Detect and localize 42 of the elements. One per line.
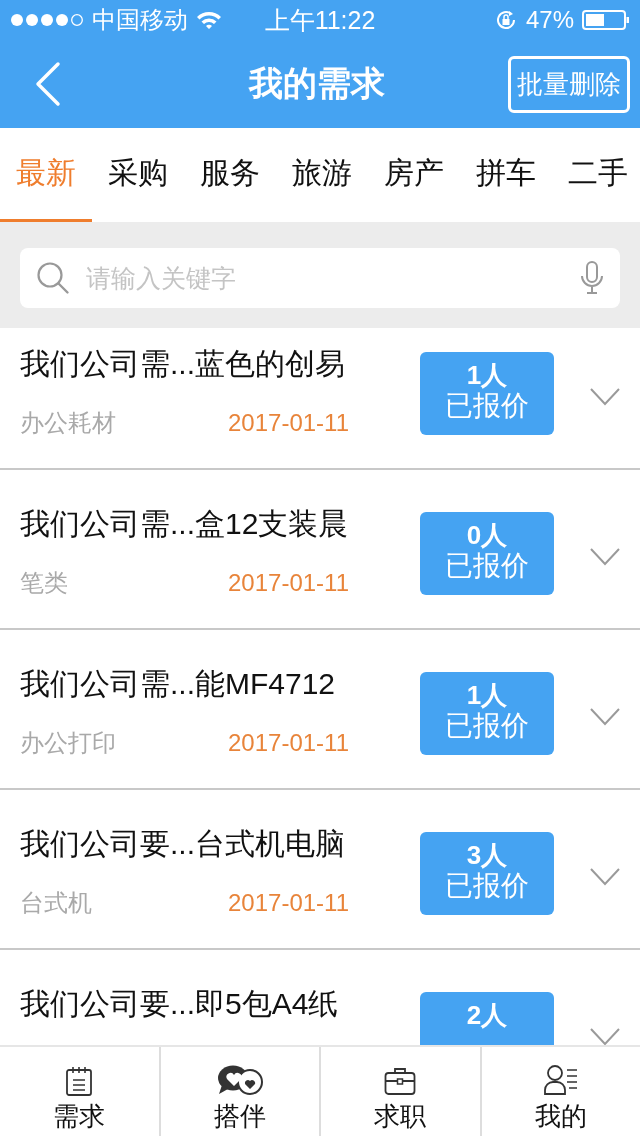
date-label: 2017-01-11 xyxy=(228,408,349,438)
category-label: 笔类 xyxy=(20,568,69,598)
demand-title[interactable]: 我们公司要...台式机电脑 xyxy=(20,826,420,862)
date-label: 2017-01-11 xyxy=(228,728,349,758)
category-tab[interactable]: 旅游 xyxy=(276,128,368,222)
page-title: 我的需求 xyxy=(247,63,386,104)
battery-percent: 47% xyxy=(525,6,574,34)
hearts-chat-icon xyxy=(215,1064,264,1096)
category-tab[interactable]: 二手 xyxy=(552,128,640,222)
signal-icon xyxy=(10,13,84,27)
tab-bar-item[interactable]: 需求 xyxy=(0,1047,159,1136)
chevron-icon[interactable] xyxy=(590,868,620,886)
category-label: 办公耗材 xyxy=(20,408,117,438)
battery-icon xyxy=(582,10,630,30)
category-tab[interactable]: 拼车 xyxy=(460,128,552,222)
search-icon xyxy=(36,261,70,295)
demand-title[interactable]: 我们公司需...能MF4712 xyxy=(20,666,420,702)
briefcase-icon xyxy=(384,1066,417,1096)
tab-bar-item[interactable]: 求职 xyxy=(319,1047,480,1136)
clock-time: 上午11:22 xyxy=(264,4,376,36)
chevron-icon[interactable] xyxy=(590,548,620,566)
category-tab[interactable]: 服务 xyxy=(184,128,276,222)
chevron-icon[interactable] xyxy=(590,708,620,726)
microphone-icon[interactable] xyxy=(580,261,604,295)
category-tab[interactable]: 采购 xyxy=(92,128,184,222)
demand-title[interactable]: 我们公司需...盒12支装晨 xyxy=(20,506,420,542)
notepad-icon xyxy=(65,1066,94,1096)
carrier-name: 中国移动 xyxy=(92,5,188,35)
tab-bar-item[interactable]: 我的 xyxy=(479,1047,640,1136)
profile-icon xyxy=(543,1064,578,1096)
date-label: 2017-01-11 xyxy=(228,888,349,918)
chevron-icon[interactable] xyxy=(590,1028,620,1045)
wifi-icon xyxy=(196,10,222,30)
chevron-icon[interactable] xyxy=(590,388,620,406)
demand-title[interactable]: 我们公司要...即5包A4纸 xyxy=(20,986,420,1022)
demand-title[interactable]: 我们公司需...蓝色的创易 xyxy=(20,346,420,382)
category-label: 台式机 xyxy=(20,888,93,918)
date-label: 2017-01-11 xyxy=(228,568,349,598)
category-label: 办公打印 xyxy=(20,728,117,758)
tab-bar-item[interactable]: 搭伴 xyxy=(158,1047,319,1136)
search-bar[interactable]: 请输入关键字 xyxy=(20,248,620,308)
category-tab[interactable]: 房产 xyxy=(368,128,460,222)
